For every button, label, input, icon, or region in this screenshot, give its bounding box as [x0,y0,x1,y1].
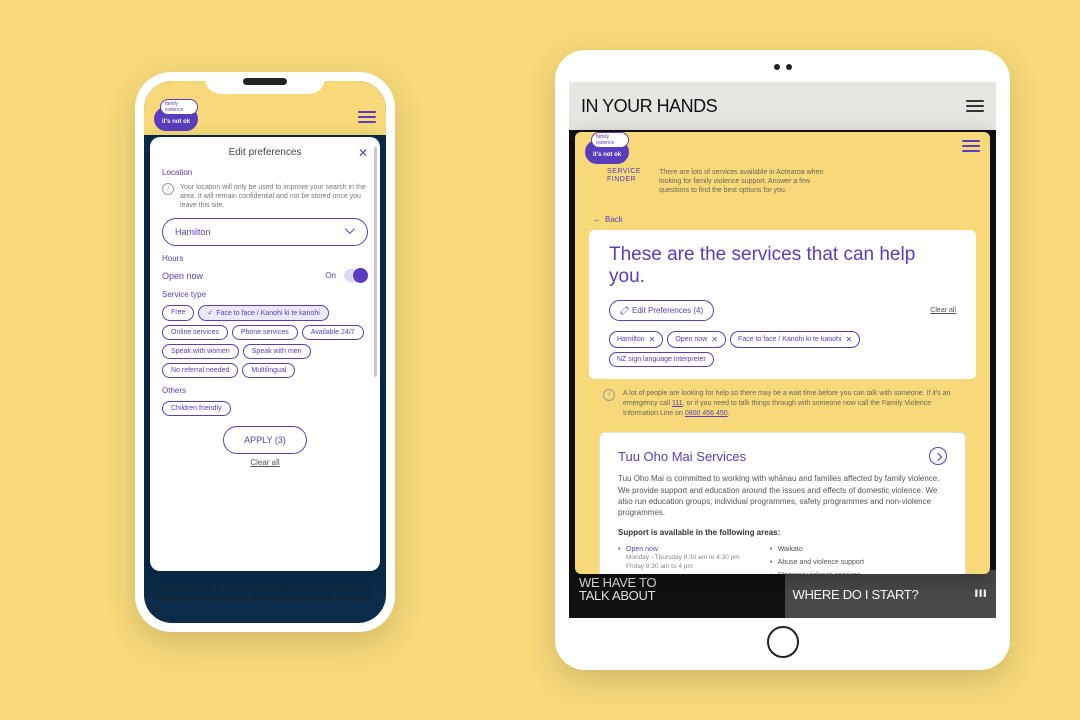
service-type-section-label: Service type [162,290,368,299]
list-item: Abuse and violence support [770,558,864,567]
list-item: Stopping violence servicesand 6 more [770,571,864,574]
background-site-header: IN YOUR HANDS [569,82,996,130]
list-item: Open nowMonday - Thursday 8:30 am to 4:3… [618,545,740,571]
toggle-state-text: On [325,271,336,280]
location-info-text: Your location will only be used to impro… [180,183,368,210]
results-panel: These are the services that can help you… [589,230,976,379]
open-now-label: Open now [162,271,203,281]
service-finder-overlay: family violence it's not ok SERVICE FIND… [575,132,990,574]
check-icon: ✓ [207,310,213,317]
background-footer: WE HAVE TO TALK ABOUT WHERE DO I START? … [569,570,996,618]
logo-top-text: family violence [160,99,198,115]
back-arrow-icon: ← [593,215,601,224]
app-logo: family violence it's not ok [154,107,198,131]
chip-free[interactable]: Free [162,305,194,321]
edit-preferences-modal: Edit preferences ✕ Location i Your locat… [150,137,380,571]
service-areas-col1: Open nowMonday - Thursday 8:30 am to 4:3… [618,545,740,574]
list-item: Waikato [770,545,864,554]
hours-section-label: Hours [162,254,368,263]
intro-text: There are lots of services available in … [659,168,839,195]
remove-icon[interactable]: ✕ [649,335,656,344]
phone-screen: family violence it's not ok Centre 401 T… [144,81,386,623]
chip-phone-services[interactable]: Phone services [232,325,298,340]
chip-no-referral[interactable]: No referral needed [162,363,238,378]
bg-footer-left: WE HAVE TO TALK ABOUT [569,570,785,618]
results-heading: These are the services that can help you… [609,244,956,288]
chip-speak-with-men[interactable]: Speak with men [243,344,311,359]
tablet-camera [774,64,792,70]
bg-site-title: IN YOUR HANDS [581,96,717,117]
wait-time-info: A lot of people are looking for help so … [623,389,962,418]
close-icon[interactable]: ✕ [358,146,368,160]
tablet-screen: IN YOUR HANDS WE HAVE TO TALK ABOUT WHER… [569,82,996,618]
service-card-title: Tuu Oho Mai Services [618,449,746,464]
hamburger-icon[interactable] [358,111,376,123]
chip-multilingual[interactable]: Multilingual [242,363,295,378]
clear-all-link[interactable]: Clear all [930,307,956,314]
chip-available-24-7[interactable]: Available 24/7 [302,325,364,340]
filter-chip-hamilton[interactable]: Hamilton✕ [609,331,663,348]
modal-title: Edit preferences [229,147,302,158]
bg-footer-right: WHERE DO I START? ▌▌▌ [785,570,997,618]
logo-main-text: it's not ok [162,119,190,125]
emergency-link[interactable]: 111 [672,400,683,407]
chip-speak-with-women[interactable]: Speak with women [162,344,239,359]
remove-icon[interactable]: ✕ [845,335,852,344]
chip-online-services[interactable]: Online services [162,325,228,340]
hamburger-icon[interactable] [966,100,984,112]
pencil-icon [620,306,628,314]
helpline-link[interactable]: 0800 456 450 [685,410,728,417]
others-section-label: Others [162,386,368,395]
service-card-subheading: Support is available in the following ar… [618,528,947,537]
open-now-toggle[interactable] [344,269,368,282]
filter-chip-open-now[interactable]: Open now✕ [667,331,726,348]
arrow-right-icon[interactable] [929,447,947,465]
phone-device: family violence it's not ok Centre 401 T… [135,72,395,632]
background-card-text: Centre 401 Trust is a Peer & Self Help C… [154,584,376,615]
service-card[interactable]: Tuu Oho Mai Services Tuu Oho Mai is comm… [599,432,966,574]
location-section-label: Location [162,168,368,177]
filter-chip-face-to-face[interactable]: Face to face / Kanohi ki te kanohi✕ [730,331,860,348]
remove-icon[interactable]: ✕ [711,335,718,344]
logo-main-text: it's not ok [593,152,621,158]
chevron-down-icon [345,227,355,237]
app-logo: family violence it's not ok [585,140,629,164]
apply-button[interactable]: APPLY (3) [223,426,307,454]
location-value: Hamilton [175,227,211,237]
service-card-description: Tuu Oho Mai is committed to working with… [618,473,947,518]
chip-children-friendly[interactable]: Children friendly [162,401,231,416]
filter-chip-nzsl[interactable]: NZ sign language interpreter [609,352,714,367]
tablet-home-button[interactable] [767,626,799,658]
edit-preferences-button[interactable]: Edit Preferences (4) [609,300,714,321]
location-select[interactable]: Hamilton [162,218,368,246]
tablet-device: IN YOUR HANDS WE HAVE TO TALK ABOUT WHER… [555,50,1010,670]
info-icon: i [603,389,615,401]
phone-notch [205,72,325,94]
logo-top-text: family violence [591,132,629,148]
hamburger-icon[interactable] [962,140,980,152]
chip-face-to-face[interactable]: ✓Face to face / Kanohi ki te kanohi [198,305,328,321]
service-finder-label: SERVICE FINDER [607,168,641,195]
scrollbar[interactable] [374,147,377,531]
clear-all-link[interactable]: Clear all [162,458,368,467]
info-icon: i [162,183,174,195]
back-link[interactable]: ←Back [575,205,990,230]
service-areas-col2: Waikato Abuse and violence support Stopp… [770,545,864,574]
